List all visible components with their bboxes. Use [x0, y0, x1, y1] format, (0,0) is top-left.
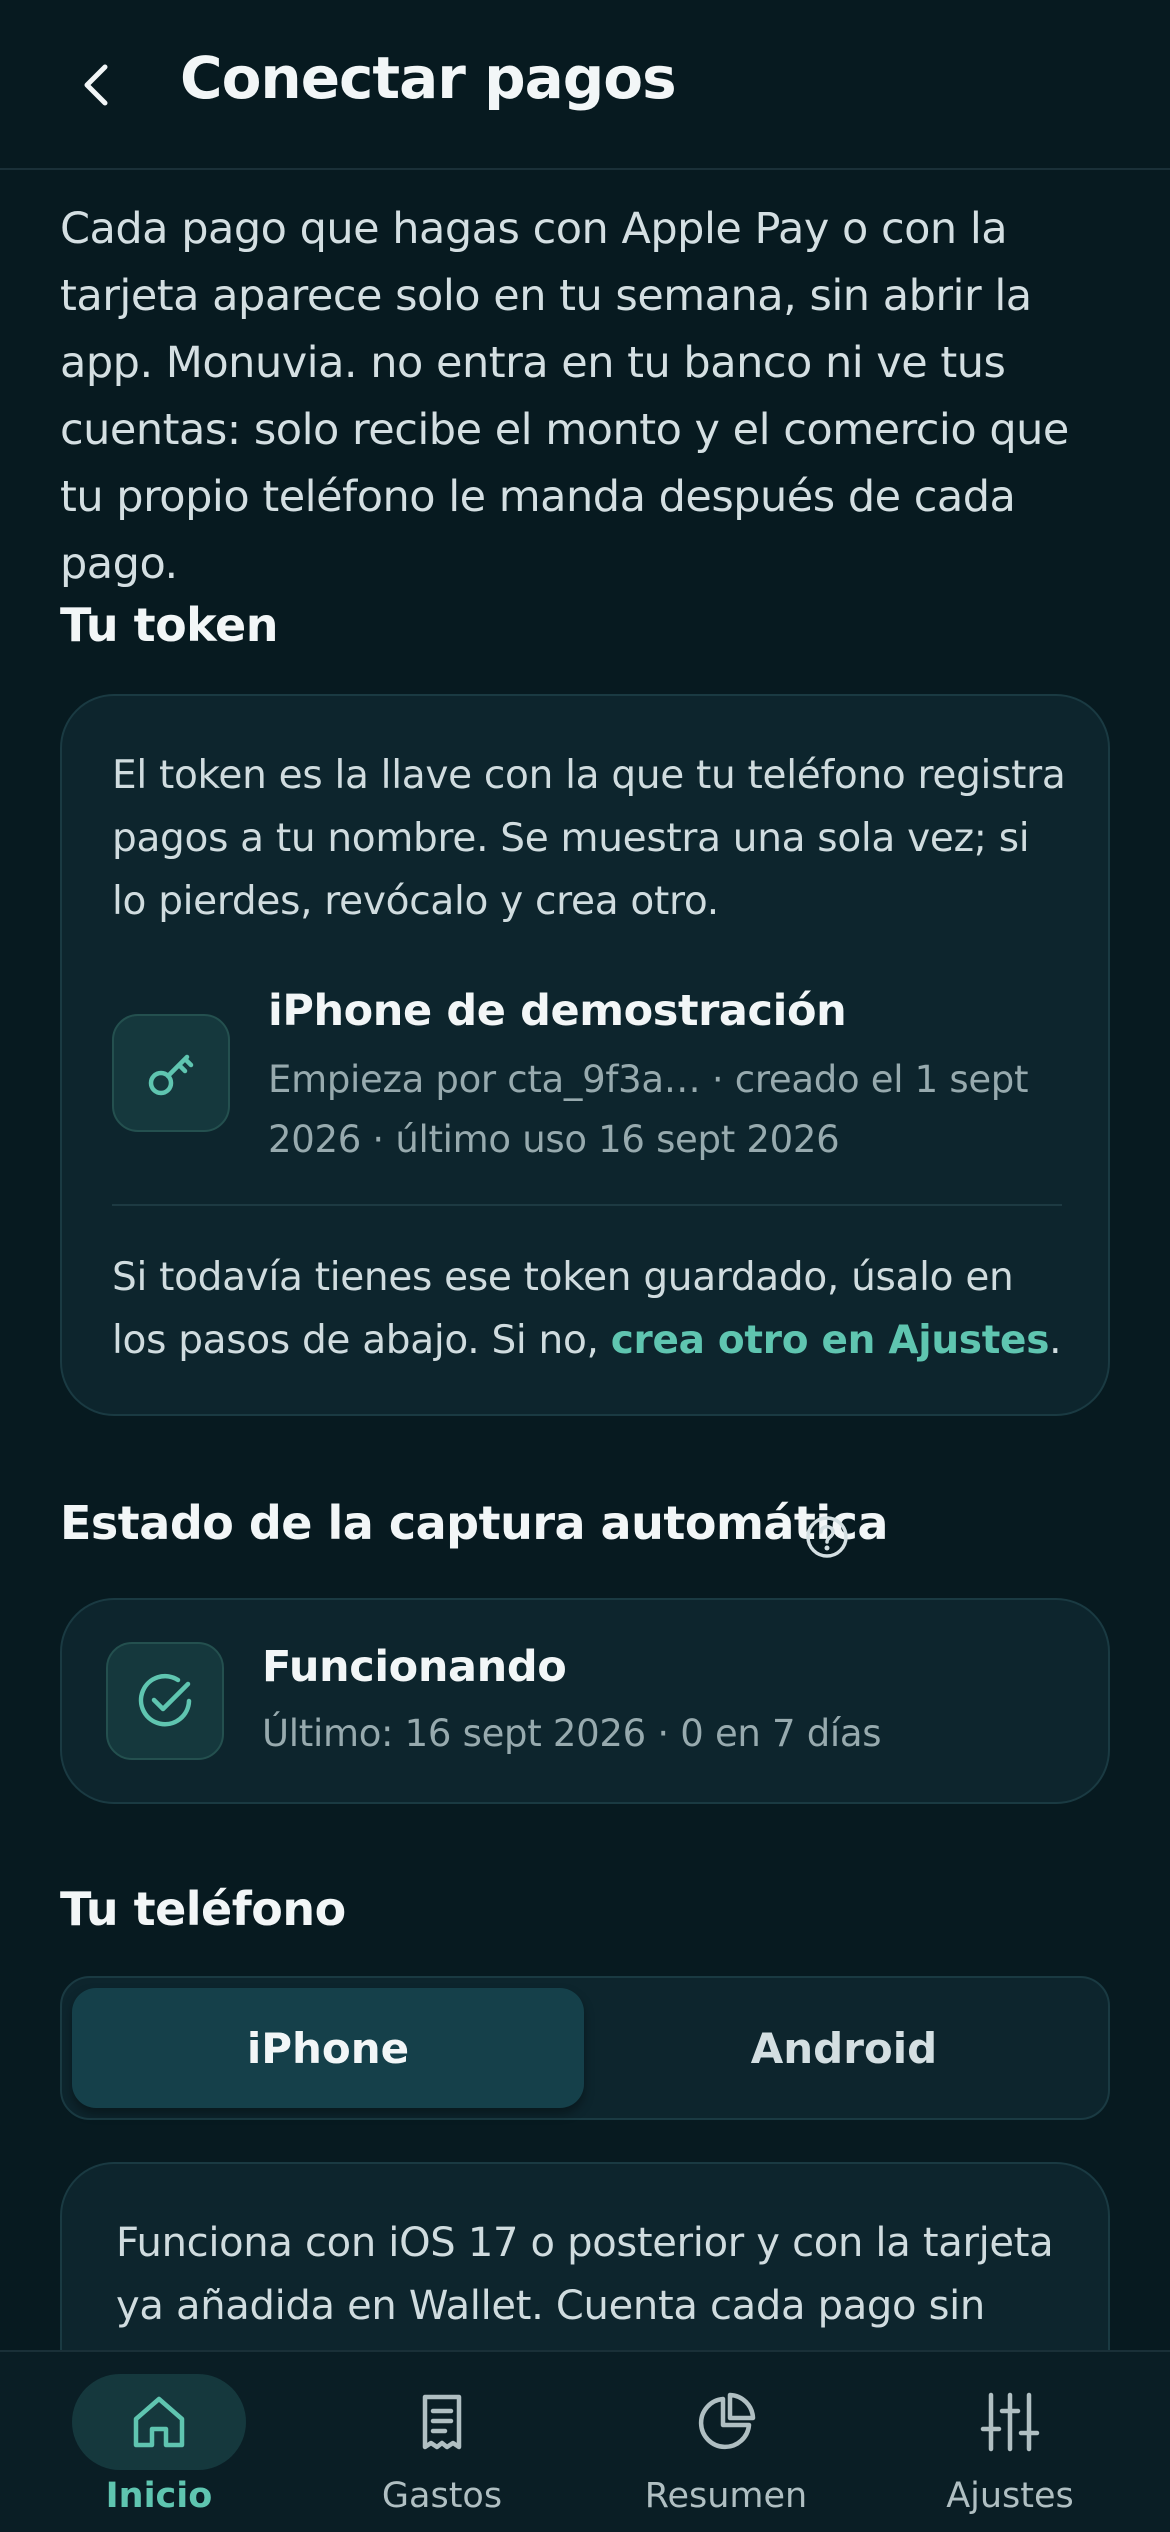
- segment-android[interactable]: Android: [588, 1988, 1100, 2108]
- intro-text: Cada pago que hagas con Apple Pay o con …: [60, 204, 1069, 589]
- status-icon-box: [106, 1642, 224, 1760]
- phone-section-title: Tu teléfono: [60, 1882, 346, 1936]
- token-section-title: Tu token: [60, 598, 278, 652]
- back-button[interactable]: [62, 50, 132, 120]
- chevron-left-icon: [84, 64, 108, 106]
- receipt-icon: [422, 2394, 462, 2450]
- nav-item-inicio[interactable]: Inicio: [13, 2352, 305, 2532]
- help-icon[interactable]: [804, 1514, 850, 1560]
- page-title: Conectar pagos: [180, 44, 677, 112]
- main-content[interactable]: Cada pago que hagas con Apple Pay o con …: [0, 172, 1170, 2350]
- instructions-card: Funciona con iOS 17 o posterior y con la…: [60, 2162, 1110, 2350]
- token-icon-box: [112, 1014, 230, 1132]
- card-divider: [112, 1204, 1062, 1206]
- nav-item-resumen[interactable]: Resumen: [580, 2352, 872, 2532]
- capture-status-card: Funcionando Último: 16 sept 2026 · 0 en …: [60, 1598, 1110, 1804]
- device-name: iPhone de demostración: [268, 986, 847, 1036]
- nav-label-resumen: Resumen: [644, 2476, 808, 2516]
- token-card: El token es la llave con la que tu teléf…: [60, 694, 1110, 1416]
- nav-active-pill: [72, 2374, 246, 2470]
- segment-iphone[interactable]: iPhone: [72, 1988, 584, 2108]
- token-note-suffix: .: [1049, 1318, 1062, 1363]
- app-header: Conectar pagos: [0, 0, 1170, 170]
- instructions-text: Funciona con iOS 17 o posterior y con la…: [116, 2220, 1054, 2329]
- nav-item-gastos[interactable]: Gastos: [296, 2352, 588, 2532]
- capture-status: Funcionando: [262, 1642, 567, 1692]
- capture-detail: Último: 16 sept 2026 · 0 en 7 días: [262, 1712, 882, 1755]
- home-icon: [133, 2396, 185, 2448]
- sliders-icon: [980, 2392, 1040, 2452]
- key-icon: [148, 1054, 194, 1096]
- token-description: El token es la llave con la que tu teléf…: [112, 753, 1066, 924]
- nav-label-ajustes: Ajustes: [946, 2476, 1074, 2516]
- check-circle-icon: [138, 1673, 192, 1727]
- nav-label-inicio: Inicio: [105, 2476, 213, 2516]
- nav-label-gastos: Gastos: [381, 2476, 503, 2516]
- device-meta: Empieza por cta_9f3a… · creado el 1 sept…: [268, 1058, 1029, 1161]
- create-token-link[interactable]: crea otro en Ajustes: [611, 1318, 1050, 1363]
- bottom-nav: Inicio Gastos Resumen Ajustes: [0, 2350, 1170, 2532]
- capture-section-title: Estado de la captura automática: [60, 1496, 888, 1550]
- token-note: Si todavía tienes ese token guardado, ús…: [112, 1246, 1072, 1372]
- pie-chart-icon: [698, 2392, 756, 2450]
- nav-item-ajustes[interactable]: Ajustes: [864, 2352, 1156, 2532]
- phone-segmented-control: iPhone Android: [60, 1976, 1110, 2120]
